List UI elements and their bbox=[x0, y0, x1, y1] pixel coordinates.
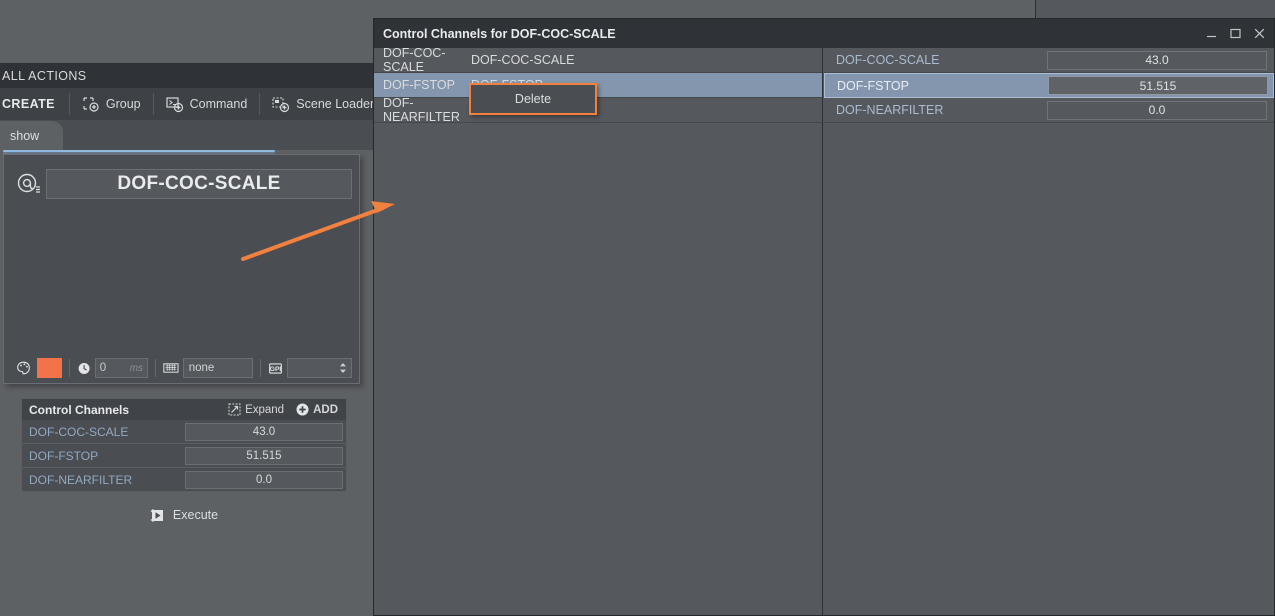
command-add-icon bbox=[166, 96, 183, 112]
svg-text:GPI: GPI bbox=[270, 366, 282, 373]
toolbar-divider bbox=[260, 359, 261, 377]
dialog-title: Control Channels for DOF-COC-SCALE bbox=[383, 26, 616, 41]
create-command-button[interactable]: Command bbox=[158, 89, 256, 119]
channel-value-row[interactable]: DOF-FSTOP 51.515 bbox=[824, 73, 1274, 98]
scene-loader-add-icon bbox=[272, 96, 290, 112]
channel-value: 0.0 bbox=[1148, 103, 1166, 117]
keyboard-icon bbox=[163, 363, 179, 373]
control-channel-row[interactable]: DOF-COC-SCALE 43.0 bbox=[21, 420, 347, 444]
action-color-swatch[interactable] bbox=[36, 358, 62, 378]
gpi-icon: GPI bbox=[269, 362, 282, 374]
clock-icon bbox=[78, 362, 90, 374]
palette-icon[interactable] bbox=[16, 359, 33, 377]
control-channel-row[interactable]: DOF-FSTOP 51.515 bbox=[21, 444, 347, 468]
add-channel-label: ADD bbox=[313, 403, 338, 416]
control-channel-name: DOF-NEARFILTER bbox=[29, 472, 133, 487]
create-group-button[interactable]: Group bbox=[74, 89, 149, 119]
channel-value-row[interactable]: DOF-COC-SCALE 43.0 bbox=[824, 48, 1274, 73]
create-scene-loader-label: Scene Loader bbox=[296, 97, 375, 111]
expand-label: Expand bbox=[245, 403, 285, 416]
channel-list-name: DOF-FSTOP bbox=[383, 78, 455, 92]
execute-label: Execute bbox=[172, 508, 219, 522]
toolbar-divider bbox=[152, 93, 154, 115]
channel-value: 51.515 bbox=[1139, 78, 1177, 93]
delay-unit: ms bbox=[129, 362, 144, 374]
action-card-title-row: DOF-COC-SCALE bbox=[16, 168, 352, 200]
channel-value-name: DOF-NEARFILTER bbox=[836, 103, 944, 117]
channel-value-field[interactable]: 51.515 bbox=[1048, 76, 1268, 95]
delay-field[interactable]: 0 ms bbox=[94, 358, 149, 378]
gpi-select[interactable] bbox=[286, 358, 352, 378]
channel-value-field[interactable]: 0.0 bbox=[1047, 100, 1267, 120]
channel-list-row[interactable]: DOF-NEARFILTER DOF-NEARFILTER bbox=[374, 96, 822, 124]
control-channels-header: Control Channels Expand ADD bbox=[21, 398, 347, 420]
control-channels-table: Control Channels Expand ADD DOF-COC-SCAL… bbox=[21, 398, 347, 492]
minimize-icon[interactable] bbox=[1205, 27, 1218, 40]
create-label: CREATE bbox=[2, 97, 55, 111]
execute-play-icon bbox=[150, 508, 163, 522]
channel-value-field[interactable]: 43.0 bbox=[1047, 50, 1267, 70]
action-name-field[interactable]: DOF-COC-SCALE bbox=[46, 169, 352, 199]
channel-list-description: DOF-COC-SCALE bbox=[471, 53, 575, 67]
context-menu-item-label: Delete bbox=[514, 92, 552, 106]
expand-icon bbox=[228, 403, 241, 416]
window-controls bbox=[1205, 19, 1266, 48]
dialog-right-pane: DOF-COC-SCALE 43.0 DOF-FSTOP 51.515 DOF-… bbox=[824, 48, 1274, 615]
control-channel-name: DOF-COC-SCALE bbox=[29, 424, 129, 439]
action-card: DOF-COC-SCALE 0 ms none GPI Control Chan… bbox=[3, 154, 360, 522]
dialog-title-bar[interactable]: Control Channels for DOF-COC-SCALE bbox=[374, 19, 1274, 48]
create-group-label: Group bbox=[105, 97, 141, 111]
toolbar-divider bbox=[68, 93, 70, 115]
channel-value-row[interactable]: DOF-NEARFILTER 0.0 bbox=[824, 98, 1274, 123]
channel-value-name: DOF-FSTOP bbox=[837, 78, 909, 93]
control-channels-title: Control Channels bbox=[29, 402, 130, 417]
plus-circle-icon bbox=[296, 403, 309, 416]
control-channel-value-field[interactable]: 0.0 bbox=[185, 470, 343, 489]
all-actions-label: ALL ACTIONS bbox=[2, 68, 87, 83]
delay-value: 0 bbox=[99, 362, 107, 374]
channel-value: 43.0 bbox=[1145, 53, 1169, 67]
toolbar-divider bbox=[68, 359, 70, 377]
create-command-label: Command bbox=[189, 97, 248, 111]
channel-list-name: DOF-NEARFILTER bbox=[383, 96, 460, 124]
keyboard-shortcut-value: none bbox=[188, 362, 215, 374]
at-sign-icon bbox=[17, 173, 40, 193]
toolbar-divider bbox=[259, 93, 261, 115]
control-channel-value-field[interactable]: 51.515 bbox=[185, 446, 343, 465]
control-channel-value: 43.0 bbox=[252, 425, 276, 438]
tab-show[interactable]: show bbox=[0, 121, 63, 150]
control-channel-value-field[interactable]: 43.0 bbox=[185, 422, 343, 441]
channel-value-name: DOF-COC-SCALE bbox=[836, 53, 940, 67]
close-icon[interactable] bbox=[1253, 27, 1266, 40]
keyboard-shortcut-field[interactable]: none bbox=[182, 358, 254, 378]
context-menu-delete[interactable]: Delete bbox=[469, 83, 597, 115]
channel-list-row[interactable]: DOF-FSTOP DOF-FSTOP bbox=[374, 73, 822, 98]
toolbar-divider bbox=[155, 359, 156, 377]
control-channel-name: DOF-FSTOP bbox=[29, 448, 99, 463]
action-card-toolbar: 0 ms none GPI bbox=[16, 357, 352, 379]
expand-button[interactable]: Expand bbox=[228, 403, 284, 416]
control-channel-row[interactable]: DOF-NEARFILTER 0.0 bbox=[21, 468, 347, 492]
add-channel-button[interactable]: ADD bbox=[296, 403, 338, 416]
app-background-top-right-strip bbox=[1035, 0, 1275, 18]
control-channel-value: 0.0 bbox=[256, 473, 272, 486]
spinner-arrows-icon bbox=[339, 363, 346, 373]
channel-list-name: DOF-COC-SCALE bbox=[383, 46, 446, 74]
execute-button[interactable]: Execute bbox=[21, 503, 347, 527]
action-name-value: DOF-COC-SCALE bbox=[117, 173, 281, 194]
tab-show-label: show bbox=[10, 128, 40, 143]
control-channel-value: 51.515 bbox=[246, 449, 282, 462]
create-scene-loader-button[interactable]: Scene Loader bbox=[264, 89, 382, 119]
channel-list-row[interactable]: DOF-COC-SCALE DOF-COC-SCALE bbox=[374, 46, 822, 74]
maximize-icon[interactable] bbox=[1229, 27, 1242, 40]
group-add-icon bbox=[83, 96, 99, 112]
dialog-left-pane: DOF-COC-SCALE DOF-COC-SCALE DOF-FSTOP DO… bbox=[374, 46, 823, 615]
